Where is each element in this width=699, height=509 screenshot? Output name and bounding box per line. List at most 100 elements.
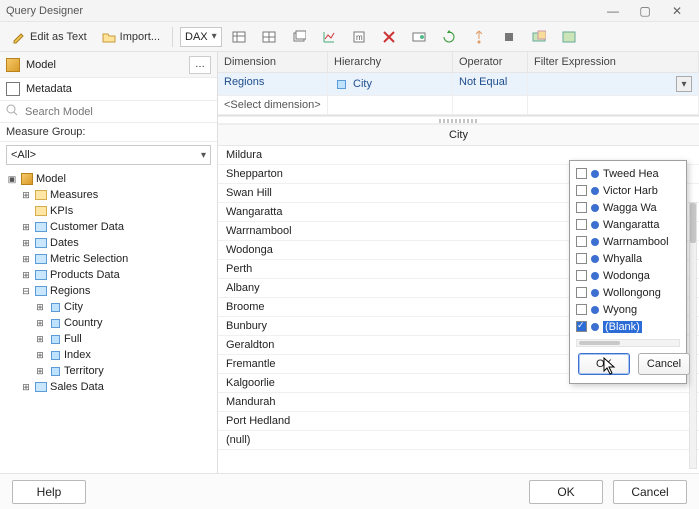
- popup-item-label: Wangaratta: [603, 219, 659, 231]
- checkbox[interactable]: [576, 236, 587, 247]
- tb-icon-1[interactable]: [226, 26, 252, 48]
- checkbox[interactable]: [576, 202, 587, 213]
- tb-icon-11[interactable]: [526, 26, 552, 48]
- popup-item-label: Victor Harb: [603, 185, 658, 197]
- filter-hierarchy[interactable]: City: [328, 73, 453, 96]
- popup-item[interactable]: Wollongong: [572, 284, 684, 301]
- tb-icon-4[interactable]: [316, 26, 342, 48]
- help-button[interactable]: Help: [12, 480, 86, 504]
- param-icon: [411, 29, 427, 45]
- popup-item-label: Wodonga: [603, 270, 650, 282]
- tb-icon-5[interactable]: m: [346, 26, 372, 48]
- maximize-button[interactable]: ▢: [629, 0, 661, 22]
- checkbox[interactable]: [576, 270, 587, 281]
- measure-group-value: <All>: [11, 149, 201, 161]
- member-icon: [591, 221, 599, 229]
- tree-node-measures[interactable]: ⊞Measures: [6, 187, 217, 203]
- design-icon: [531, 29, 547, 45]
- results-row[interactable]: (null): [218, 431, 699, 450]
- tb-icon-9[interactable]: [466, 26, 492, 48]
- tb-icon-6[interactable]: [376, 26, 402, 48]
- popup-item[interactable]: Tweed Hea: [572, 165, 684, 182]
- checkbox[interactable]: [576, 321, 587, 332]
- filter-operator[interactable]: Not Equal: [453, 73, 528, 96]
- tree-node-sales[interactable]: ⊞Sales Data: [6, 379, 217, 395]
- popup-item-label: Whyalla: [603, 253, 642, 265]
- ok-button[interactable]: OK: [529, 480, 603, 504]
- tree-node-territory[interactable]: ⊞Territory: [6, 363, 217, 379]
- tb-icon-10[interactable]: [496, 26, 522, 48]
- tree-node-dates[interactable]: ⊞Dates: [6, 235, 217, 251]
- filter-row[interactable]: Regions City Not Equal ▾: [218, 73, 699, 96]
- member-icon: [591, 272, 599, 280]
- tree-node-index[interactable]: ⊞Index: [6, 347, 217, 363]
- popup-item[interactable]: Victor Harb: [572, 182, 684, 199]
- scrollbar-vertical[interactable]: [689, 202, 697, 469]
- metadata-tree[interactable]: ▣Model ⊞Measures KPIs ⊞Customer Data ⊞Da…: [0, 169, 217, 473]
- checkbox[interactable]: [576, 219, 587, 230]
- edit-as-text-label: Edit as Text: [30, 31, 87, 43]
- splitter[interactable]: [218, 116, 699, 124]
- metadata-label: Metadata: [26, 83, 72, 95]
- stop-icon: [501, 29, 517, 45]
- metadata-panel: Model … Metadata Measure Group: <All> ▾ …: [0, 52, 218, 473]
- checkbox[interactable]: [576, 168, 587, 179]
- filter-expression-popup: Tweed Hea Victor Harb Wagga Wa Wangaratta Wa…: [569, 160, 687, 384]
- popup-item[interactable]: Whyalla: [572, 250, 684, 267]
- toolbar-separator: [172, 27, 173, 47]
- tree-node-metric[interactable]: ⊞Metric Selection: [6, 251, 217, 267]
- filter-expression-dropdown[interactable]: ▾: [676, 76, 692, 92]
- tb-icon-12[interactable]: [556, 26, 582, 48]
- popup-item-label: Wagga Wa: [603, 202, 657, 214]
- checkbox[interactable]: [576, 304, 587, 315]
- popup-scrollbar[interactable]: [576, 339, 680, 347]
- import-button[interactable]: Import...: [96, 26, 165, 48]
- tb-icon-7[interactable]: [406, 26, 432, 48]
- tb-icon-2[interactable]: [256, 26, 282, 48]
- checkbox[interactable]: [576, 287, 587, 298]
- model-more-button[interactable]: …: [189, 56, 211, 74]
- close-button[interactable]: ✕: [661, 0, 693, 22]
- tree-node-city[interactable]: ⊞City: [6, 299, 217, 315]
- query-mode-select[interactable]: DAX ▾: [180, 27, 222, 47]
- col-operator: Operator: [453, 52, 528, 73]
- tree-node-full[interactable]: ⊞Full: [6, 331, 217, 347]
- tree-node-regions[interactable]: ⊟Regions: [6, 283, 217, 299]
- checkbox[interactable]: [576, 253, 587, 264]
- popup-cancel-button[interactable]: Cancel: [638, 353, 690, 375]
- tree-node-model[interactable]: ▣Model: [6, 171, 217, 187]
- select-dimension-placeholder[interactable]: <Select dimension>: [218, 96, 328, 115]
- member-icon: [591, 204, 599, 212]
- svg-text:m: m: [356, 33, 363, 42]
- tb-icon-3[interactable]: [286, 26, 312, 48]
- popup-item[interactable]: Wagga Wa: [572, 199, 684, 216]
- popup-item[interactable]: Wodonga: [572, 267, 684, 284]
- popup-item[interactable]: Wyong: [572, 301, 684, 318]
- filter-expression-cell[interactable]: ▾: [528, 73, 699, 96]
- model-label: Model: [26, 59, 56, 71]
- popup-item[interactable]: Warrnambool: [572, 233, 684, 250]
- tree-node-country[interactable]: ⊞Country: [6, 315, 217, 331]
- cube-icon: [6, 58, 20, 72]
- filter-dimension[interactable]: Regions: [218, 73, 328, 96]
- minimize-button[interactable]: —: [597, 0, 629, 22]
- search-input[interactable]: [23, 105, 211, 119]
- edit-as-text-button[interactable]: Edit as Text: [6, 26, 92, 48]
- checkbox[interactable]: [576, 185, 587, 196]
- tb-icon-8[interactable]: [436, 26, 462, 48]
- metadata-row[interactable]: Metadata: [0, 78, 217, 101]
- popup-item-label: Warrnambool: [603, 236, 669, 248]
- popup-ok-button[interactable]: OK: [578, 353, 630, 375]
- popup-item[interactable]: Wangaratta: [572, 216, 684, 233]
- tree-node-kpis[interactable]: KPIs: [6, 203, 217, 219]
- measure-group-select[interactable]: <All> ▾: [6, 145, 211, 165]
- cancel-button[interactable]: Cancel: [613, 480, 687, 504]
- results-row[interactable]: Mandurah: [218, 393, 699, 412]
- measure-group-label: Measure Group:: [0, 123, 217, 142]
- tree-node-customer[interactable]: ⊞Customer Data: [6, 219, 217, 235]
- popup-item[interactable]: (Blank): [572, 318, 684, 335]
- results-row[interactable]: Port Hedland: [218, 412, 699, 431]
- tree-node-products[interactable]: ⊞Products Data: [6, 267, 217, 283]
- scrollbar-thumb[interactable]: [690, 203, 696, 243]
- chevron-down-icon: ▾: [201, 150, 206, 161]
